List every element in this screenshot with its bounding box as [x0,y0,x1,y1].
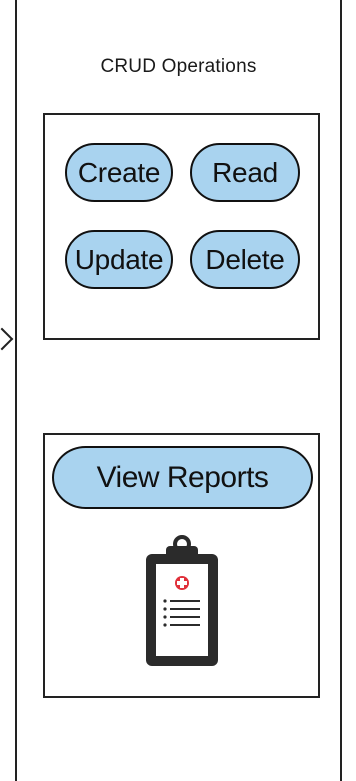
panel-title: CRUD Operations [100,56,257,77]
view-reports-button[interactable]: View Reports [52,446,313,509]
update-button[interactable]: Update [65,230,173,289]
clipboard-medical-icon [140,534,224,670]
read-button[interactable]: Read [190,143,300,202]
expand-arrow-icon[interactable] [0,327,14,351]
create-button[interactable]: Create [65,143,173,202]
delete-button[interactable]: Delete [190,230,300,289]
